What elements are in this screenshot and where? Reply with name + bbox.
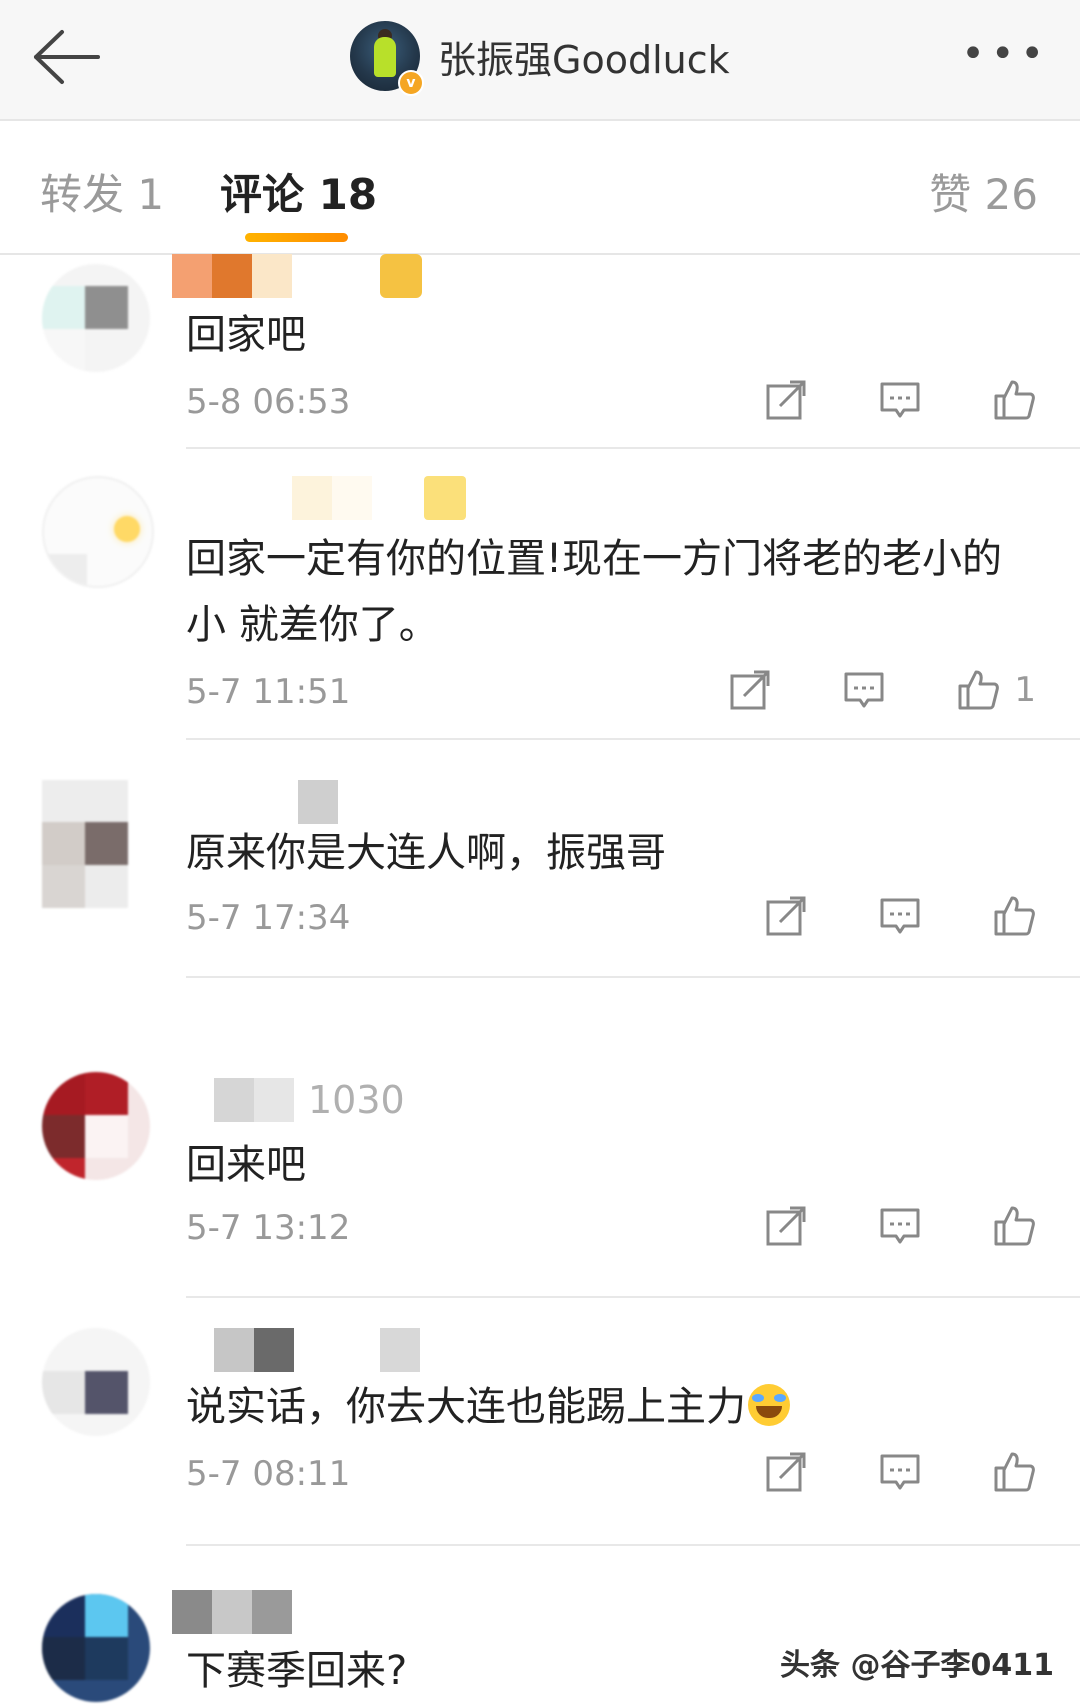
more-options-icon[interactable]: ••• — [961, 34, 1050, 74]
comment-actions — [694, 892, 1036, 940]
comment-time: 5-7 13:12 — [186, 1208, 351, 1248]
divider — [186, 738, 1080, 740]
divider — [186, 447, 1080, 449]
commenter-name-redacted[interactable]: 1030 — [172, 1078, 452, 1122]
watermark: 头条 @谷子李0411 — [780, 1648, 1054, 1683]
tab-bar: 转发 1 评论 18 赞 26 — [0, 121, 1080, 255]
commenter-name-redacted[interactable] — [172, 1590, 452, 1634]
active-tab-indicator — [245, 233, 348, 242]
commenter-avatar[interactable] — [42, 1328, 150, 1436]
tab-comments[interactable]: 评论 18 — [220, 161, 377, 222]
comment-time: 5-7 11:51 — [186, 672, 351, 712]
commenter-name-redacted[interactable] — [172, 476, 466, 520]
divider — [186, 976, 1080, 978]
comment-text: 回来吧 — [186, 1142, 306, 1188]
account-name[interactable]: 张振强Goodluck — [438, 29, 730, 84]
commenter-name-fragment: 1030 — [308, 1078, 405, 1122]
share-icon[interactable] — [764, 378, 808, 422]
reply-icon[interactable] — [842, 668, 886, 712]
reply-icon[interactable] — [878, 1450, 922, 1494]
commenter-avatar[interactable] — [42, 476, 154, 588]
reply-icon[interactable] — [878, 1204, 922, 1248]
share-icon[interactable] — [764, 1204, 808, 1248]
comment-text: 回家一定有你的位置!现在一方门将老的老小的小 就差你了。 — [186, 536, 1003, 648]
like-icon[interactable] — [992, 1204, 1036, 1248]
verified-badge-icon: v — [398, 70, 424, 96]
comment-time: 5-7 17:34 — [186, 898, 351, 938]
commenter-avatar[interactable] — [42, 780, 128, 908]
comment-actions — [694, 1202, 1036, 1250]
commenter-name-redacted[interactable] — [172, 780, 452, 824]
like-icon[interactable] — [992, 1450, 1036, 1494]
commenter-name-redacted[interactable] — [172, 1328, 452, 1372]
back-arrow-icon[interactable] — [28, 22, 104, 92]
divider — [186, 1296, 1080, 1298]
tab-likes[interactable]: 赞 26 — [929, 161, 1038, 222]
commenter-name-redacted[interactable] — [172, 254, 452, 298]
share-icon[interactable] — [728, 668, 772, 712]
divider — [186, 1544, 1080, 1546]
reply-icon[interactable] — [878, 378, 922, 422]
commenter-avatar[interactable] — [42, 1594, 150, 1702]
like-icon[interactable] — [956, 668, 1000, 712]
reply-icon[interactable] — [878, 894, 922, 938]
share-icon[interactable] — [764, 894, 808, 938]
comment-text: 回家吧 — [186, 312, 306, 358]
commenter-avatar[interactable] — [42, 1072, 150, 1180]
comment-time: 5-8 06:53 — [186, 382, 351, 422]
like-count: 1 — [1014, 670, 1036, 710]
comment-time: 5-7 08:11 — [186, 1454, 351, 1494]
like-icon[interactable] — [992, 894, 1036, 938]
tab-repost[interactable]: 转发 1 — [40, 161, 164, 222]
comment-text-content: 说实话，你去大连也能踢上主力 — [186, 1384, 746, 1430]
like-icon[interactable] — [992, 378, 1036, 422]
share-icon[interactable] — [764, 1450, 808, 1494]
comment-text: 说实话，你去大连也能踢上主力 — [186, 1374, 1036, 1440]
comment-actions — [694, 376, 1036, 424]
comment-actions — [694, 1448, 1036, 1496]
comment-actions: 1 — [658, 666, 1036, 714]
top-bar: 张振强Goodluck v ••• — [0, 0, 1080, 121]
laugh-cry-emoji-icon — [748, 1384, 790, 1426]
comment-text: 原来你是大连人啊，振强哥 — [186, 830, 666, 876]
commenter-avatar[interactable] — [42, 264, 150, 372]
